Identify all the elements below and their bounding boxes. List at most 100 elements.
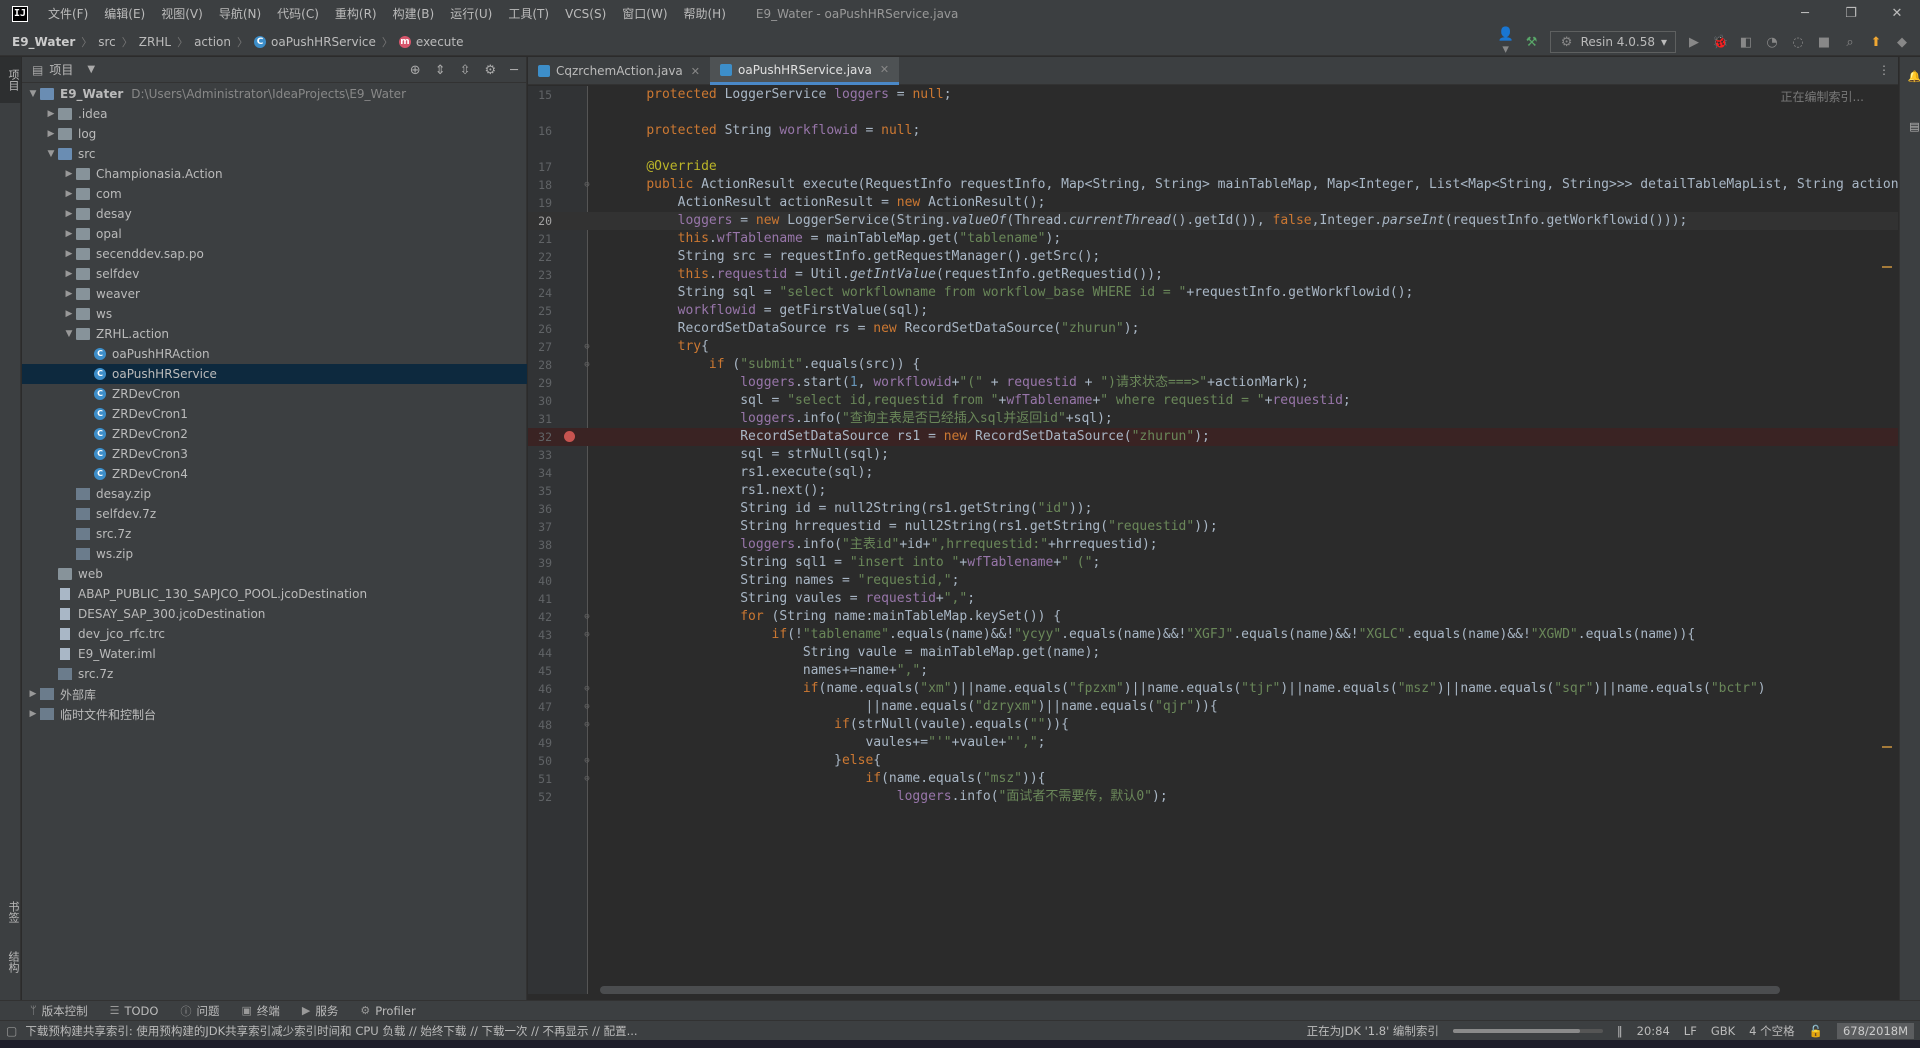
tree-item[interactable]: src.7z bbox=[22, 664, 527, 684]
chevron-down-icon[interactable]: ▼ bbox=[26, 89, 40, 99]
code-line[interactable]: 51 ⊖ if(name.equals("msz")){ bbox=[528, 770, 1898, 788]
breadcrumb-src[interactable]: src bbox=[98, 35, 116, 49]
fold-icon[interactable]: ⊖ bbox=[582, 716, 592, 734]
menu-item[interactable]: 文件(F) bbox=[40, 0, 96, 28]
close-window-button[interactable]: ✕ bbox=[1874, 0, 1920, 28]
tree-item[interactable]: ▶ weaver bbox=[22, 284, 527, 304]
locate-icon[interactable]: ⊕ bbox=[410, 63, 421, 78]
update-icon[interactable]: ⬆ bbox=[1868, 35, 1884, 50]
code-line[interactable]: 38 loggers.info("主表id"+id+",hrrequestid:… bbox=[528, 536, 1898, 554]
project-tool-button[interactable]: 项目 bbox=[0, 57, 21, 103]
status-message[interactable]: 下载预构建共享索引: 使用预构建的JDK共享索引减少索引时间和 CPU 负载 /… bbox=[25, 1023, 637, 1039]
menu-item[interactable]: 帮助(H) bbox=[676, 0, 734, 28]
fold-icon[interactable]: ⊖ bbox=[582, 626, 592, 644]
tree-item[interactable]: CoaPushHRService bbox=[22, 364, 527, 384]
chevron-right-icon[interactable]: ▶ bbox=[44, 129, 58, 139]
code-line[interactable]: 15 protected LoggerService loggers = nul… bbox=[528, 86, 1898, 104]
menu-item[interactable]: VCS(S) bbox=[557, 0, 614, 28]
code-line[interactable]: 22 String src = requestInfo.getRequestMa… bbox=[528, 248, 1898, 266]
structure-tool-button[interactable]: 结构 bbox=[0, 942, 21, 982]
code-line[interactable]: 34 rs1.execute(sql); bbox=[528, 464, 1898, 482]
tool-window-button[interactable]: ▶ 服务 bbox=[302, 1003, 338, 1019]
breakpoint-icon[interactable] bbox=[564, 431, 575, 442]
breadcrumb-class[interactable]: CoaPushHRService bbox=[254, 35, 376, 49]
tree-item[interactable]: ▶ secenddev.sap.po bbox=[22, 244, 527, 264]
expand-all-icon[interactable]: ⇕ bbox=[435, 63, 446, 78]
menu-item[interactable]: 视图(V) bbox=[153, 0, 211, 28]
code-line[interactable]: 48 ⊖ if(strNull(vaule).equals("")){ bbox=[528, 716, 1898, 734]
code-line[interactable]: 16 protected String workflowid = null; bbox=[528, 122, 1898, 140]
code-line[interactable]: 29 loggers.start(1, workflowid+"(" + req… bbox=[528, 374, 1898, 392]
code-line[interactable]: 37 String hrrequestid = null2String(rs1.… bbox=[528, 518, 1898, 536]
menu-item[interactable]: 运行(U) bbox=[442, 0, 500, 28]
code-line[interactable]: 44 String vaule = mainTableMap.get(name)… bbox=[528, 644, 1898, 662]
code-line[interactable]: 28 ⊖ if ("submit".equals(src)) { bbox=[528, 356, 1898, 374]
chevron-right-icon[interactable]: ▶ bbox=[62, 289, 76, 299]
chevron-right-icon[interactable]: ▶ bbox=[62, 189, 76, 199]
breadcrumb-action[interactable]: action bbox=[194, 35, 231, 49]
code-line[interactable]: 24 String sql = "select workflowname fro… bbox=[528, 284, 1898, 302]
tree-item[interactable]: ▶ opal bbox=[22, 224, 527, 244]
notifications-icon[interactable]: 🔔 bbox=[1900, 57, 1920, 97]
tree-item[interactable]: C ZRDevCron3 bbox=[22, 444, 527, 464]
tree-item[interactable]: C ZRDevCron2 bbox=[22, 424, 527, 444]
code-line[interactable]: 46 ⊖ if(name.equals("xm")||name.equals("f… bbox=[528, 680, 1898, 698]
tree-item[interactable]: ▶ .idea bbox=[22, 104, 527, 124]
menu-item[interactable]: 代码(C) bbox=[269, 0, 327, 28]
code-line[interactable]: 19 ActionResult actionResult = new Actio… bbox=[528, 194, 1898, 212]
gear-icon[interactable]: ⚙ bbox=[485, 63, 497, 78]
fold-icon[interactable]: ⊖ bbox=[582, 752, 592, 770]
build-hammer-icon[interactable]: ⚒ bbox=[1524, 35, 1540, 50]
tree-item[interactable]: ▶ Championasia.Action bbox=[22, 164, 527, 184]
tree-item[interactable]: dev_jco_rfc.trc bbox=[22, 624, 527, 644]
code-editor[interactable]: 正在编制索引... 15 protected LoggerService log… bbox=[528, 86, 1898, 994]
chevron-right-icon[interactable]: ▶ bbox=[62, 269, 76, 279]
code-line[interactable]: 50 ⊖ }else{ bbox=[528, 752, 1898, 770]
run-icon[interactable]: ▶ bbox=[1686, 35, 1702, 50]
chevron-right-icon[interactable]: ▶ bbox=[62, 229, 76, 239]
more-tabs-icon[interactable]: ⋮ bbox=[1878, 63, 1890, 77]
minimize-button[interactable]: ─ bbox=[1782, 0, 1828, 28]
code-line[interactable]: 47 ⊖ ||name.equals("dzryxm")||name.equals… bbox=[528, 698, 1898, 716]
editor-tab[interactable]: CqzrchemAction.java ✕ bbox=[528, 57, 710, 85]
search-icon[interactable]: ⌕ bbox=[1842, 35, 1858, 50]
chevron-right-icon[interactable]: ▶ bbox=[26, 709, 40, 719]
close-icon[interactable]: ✕ bbox=[880, 63, 889, 76]
chevron-down-icon[interactable]: ▼ bbox=[87, 64, 95, 75]
collapse-all-icon[interactable]: ⇳ bbox=[460, 63, 471, 78]
tree-item[interactable]: ▶ desay bbox=[22, 204, 527, 224]
code-line[interactable]: 33 sql = strNull(sql); bbox=[528, 446, 1898, 464]
breadcrumb-method[interactable]: m execute bbox=[398, 35, 463, 49]
profile-icon[interactable]: ◔ bbox=[1764, 35, 1780, 50]
tree-item[interactable]: ▶ 外部库 bbox=[22, 684, 527, 704]
code-line[interactable]: 32 RecordSetDataSource rs1 = new RecordS… bbox=[528, 428, 1898, 446]
memory-indicator[interactable]: 678/2018M bbox=[1836, 1023, 1914, 1039]
code-line[interactable]: 23 this.requestid = Util.getIntValue(req… bbox=[528, 266, 1898, 284]
code-line[interactable]: 43 ⊖ if(!"tablename".equals(name)&&!"ycyy… bbox=[528, 626, 1898, 644]
tree-item[interactable]: ▶ log bbox=[22, 124, 527, 144]
fold-icon[interactable]: ⊖ bbox=[582, 338, 592, 356]
horizontal-scrollbar[interactable] bbox=[600, 986, 1780, 994]
code-line[interactable]: 30 sql = "select id,requestid from "+wfT… bbox=[528, 392, 1898, 410]
chevron-down-icon[interactable]: ▼ bbox=[62, 329, 76, 339]
caret-position[interactable]: 20:84 bbox=[1637, 1024, 1670, 1038]
tool-window-button[interactable]: ᛘ 版本控制 bbox=[30, 1003, 88, 1019]
breadcrumb-project[interactable]: E9_Water bbox=[12, 35, 75, 49]
code-line[interactable]: 21 this.wfTablename = mainTableMap.get("… bbox=[528, 230, 1898, 248]
fold-icon[interactable]: ⊖ bbox=[582, 176, 592, 194]
jetbrains-icon[interactable]: ◆ bbox=[1894, 35, 1910, 50]
status-icon[interactable]: ▢ bbox=[6, 1024, 17, 1038]
file-encoding[interactable]: GBK bbox=[1711, 1024, 1735, 1038]
line-separator[interactable]: LF bbox=[1684, 1024, 1697, 1038]
chevron-right-icon[interactable]: ▶ bbox=[62, 169, 76, 179]
code-line[interactable]: 42 ⊖ for (String name:mainTableMap.keySet… bbox=[528, 608, 1898, 626]
tree-item[interactable]: src.7z bbox=[22, 524, 527, 544]
menu-item[interactable]: 工具(T) bbox=[500, 0, 557, 28]
stop-icon[interactable]: ■ bbox=[1816, 35, 1832, 50]
user-icon[interactable]: 👤▾ bbox=[1498, 27, 1514, 57]
fold-icon[interactable]: ⊖ bbox=[582, 356, 592, 374]
tree-item[interactable]: desay.zip bbox=[22, 484, 527, 504]
lock-icon[interactable]: 🔓 bbox=[1809, 1024, 1823, 1038]
tool-window-button[interactable]: ▣ 终端 bbox=[241, 1003, 279, 1019]
chevron-down-icon[interactable]: ▼ bbox=[44, 149, 58, 159]
